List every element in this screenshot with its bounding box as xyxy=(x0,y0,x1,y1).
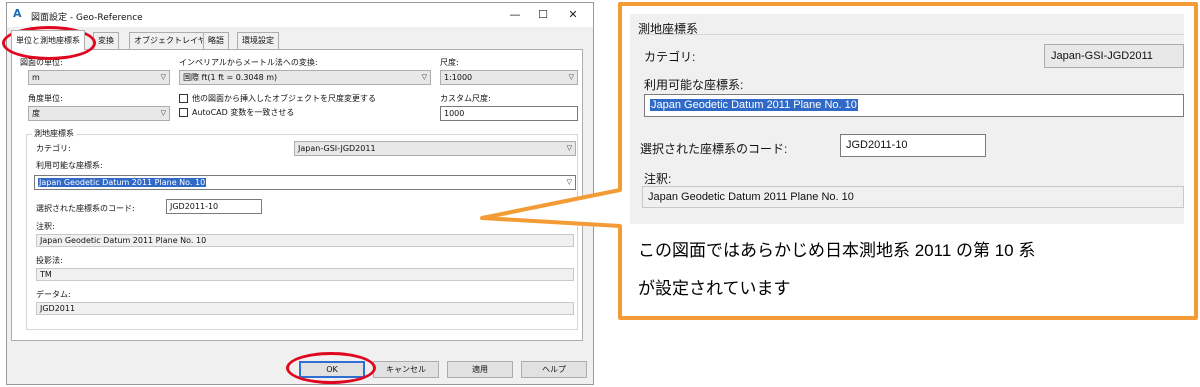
zoom-category-label: カテゴリ: xyxy=(644,50,696,64)
zoom-divider xyxy=(638,34,1184,35)
zoom-available-label: 利用可能な座標系: xyxy=(644,78,744,92)
caption-line-1: この図面ではあらかじめ日本測地系 2011 の第 10 系 xyxy=(638,241,1036,260)
caption-text: この図面ではあらかじめ日本測地系 2011 の第 10 系 が設定されています xyxy=(638,232,1188,308)
zoom-code-label: 選択された座標系のコード: xyxy=(640,142,788,156)
zoom-note-label: 注釈: xyxy=(644,172,672,186)
zoom-code-input[interactable]: JGD2011-10 xyxy=(840,134,986,157)
zoom-note-value: Japan Geodetic Datum 2011 Plane No. 10 xyxy=(642,186,1184,208)
zoomed-coordsys-panel: 測地座標系 カテゴリ: Japan-GSI-JGD2011 利用可能な座標系: … xyxy=(630,14,1184,224)
caption-line-2: が設定されています xyxy=(638,279,791,298)
zoom-category-select[interactable]: Japan-GSI-JGD2011 xyxy=(1044,44,1184,68)
zoom-available-value: Japan Geodetic Datum 2011 Plane No. 10 xyxy=(650,99,858,111)
zoom-available-select[interactable]: Japan Geodetic Datum 2011 Plane No. 10 xyxy=(644,94,1184,117)
tab-units-and-geo[interactable]: 単位と測地座標系 xyxy=(11,30,85,50)
